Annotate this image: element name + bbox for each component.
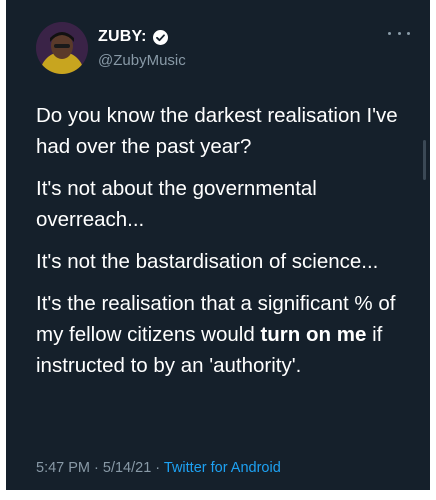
tweet-time[interactable]: 5:47 PM (36, 460, 90, 476)
tweet-paragraph: Do you know the darkest realisation I've… (36, 100, 416, 162)
tweet-paragraph: It's not about the governmental overreac… (36, 173, 416, 235)
tweet-card: ZUBY: @ZubyMusic Do you know the darkest… (6, 0, 430, 490)
author-display-name[interactable]: ZUBY: (98, 28, 147, 46)
tweet-paragraph: It's the realisation that a significant … (36, 288, 416, 381)
more-dot (407, 31, 410, 35)
more-options-icon[interactable] (388, 26, 410, 40)
tweet-text-span: It's not about the governmental overreac… (36, 177, 317, 231)
tweet-text: Do you know the darkest realisation I've… (36, 100, 416, 392)
avatar-image (36, 22, 88, 74)
meta-separator: · (151, 460, 164, 476)
meta-separator: · (90, 460, 103, 476)
tweet-meta: 5:47 PM · 5/14/21 · Twitter for Android (36, 460, 281, 476)
more-dot (397, 31, 401, 35)
author-name-row: ZUBY: (98, 28, 168, 46)
verified-badge-icon (152, 29, 168, 45)
tweet-text-span: It's not the bastardisation of science..… (36, 250, 379, 273)
tweet-paragraph: It's not the bastardisation of science..… (36, 246, 416, 277)
avatar[interactable] (36, 22, 88, 74)
tweet-source-link[interactable]: Twitter for Android (164, 460, 281, 476)
tweet-text-span: Do you know the darkest realisation I've… (36, 104, 398, 158)
tweet-date[interactable]: 5/14/21 (103, 460, 151, 476)
more-dot (388, 31, 391, 35)
tweet-bold-text: turn on me (260, 323, 367, 346)
scrollbar[interactable] (423, 140, 426, 180)
author-handle[interactable]: @ZubyMusic (98, 52, 186, 69)
